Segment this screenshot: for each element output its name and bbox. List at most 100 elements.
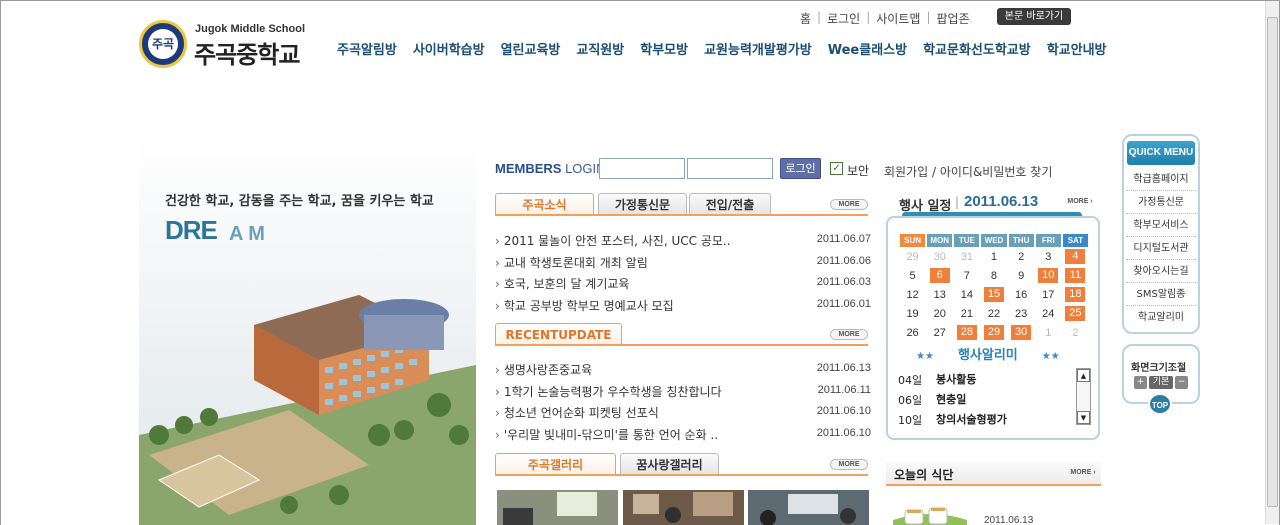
event-name[interactable]: 봉사활동 bbox=[936, 371, 976, 387]
tab-home-letter[interactable]: 가정통신문 bbox=[598, 193, 687, 215]
nav-item-school-info[interactable]: 학교안내방 bbox=[1047, 39, 1107, 58]
calendar-day[interactable]: 25 bbox=[1063, 304, 1088, 323]
scroll-top-button[interactable]: TOP bbox=[1148, 393, 1172, 415]
nav-item-staff[interactable]: 교직원방 bbox=[576, 39, 624, 58]
recent-title[interactable]: 1학기 논술능력평가 우수학생을 칭찬합니다 bbox=[495, 383, 722, 400]
quick-item-class-homepage[interactable]: 학급홈페이지 bbox=[1126, 168, 1196, 191]
calendar-day[interactable]: 27 bbox=[927, 323, 952, 342]
calendar-day[interactable]: 19 bbox=[900, 304, 925, 323]
quick-item-parent-service[interactable]: 학부모서비스 bbox=[1126, 214, 1196, 237]
schedule-more-button[interactable]: MORE › bbox=[1061, 197, 1099, 208]
gallery-thumbnail[interactable] bbox=[748, 490, 869, 525]
list-item[interactable]: 학교 공부방 학부모 명예교사 모집 2011.06.01 bbox=[495, 294, 871, 316]
nav-item-teacher-eval[interactable]: 교원능력개발평가방 bbox=[704, 39, 812, 58]
quick-item-home-letter[interactable]: 가정통신문 bbox=[1126, 191, 1196, 214]
scroll-down-icon[interactable]: ▼ bbox=[1077, 411, 1090, 424]
list-item[interactable]: 생명사랑존중교육 2011.06.13 bbox=[495, 358, 871, 380]
nav-item-wee-class[interactable]: Wee클래스방 bbox=[828, 39, 907, 58]
school-logo[interactable]: 주곡 Jugok Middle School 주곡중학교 bbox=[139, 20, 319, 72]
calendar-day[interactable]: 17 bbox=[1036, 285, 1061, 304]
tab-jugok-gallery[interactable]: 주곡갤러리 bbox=[495, 453, 616, 475]
calendar-day[interactable]: 3 bbox=[1036, 247, 1061, 266]
calendar-day[interactable]: 20 bbox=[927, 304, 952, 323]
calendar-day[interactable]: 4 bbox=[1063, 247, 1088, 266]
list-item[interactable]: 2011 물놀이 안전 포스터, 사진, UCC 공모.. 2011.06.07 bbox=[495, 229, 871, 251]
list-item[interactable]: 06일 현충일 bbox=[898, 389, 1072, 409]
calendar-day[interactable]: 15 bbox=[981, 285, 1006, 304]
event-list-scrollbar[interactable]: ▲ ▼ bbox=[1076, 368, 1091, 425]
calendar-day[interactable]: 21 bbox=[954, 304, 979, 323]
nav-item-parents[interactable]: 학부모방 bbox=[640, 39, 688, 58]
nav-item-cyber-learning[interactable]: 사이버학습방 bbox=[413, 39, 485, 58]
calendar-day[interactable]: 1 bbox=[981, 247, 1006, 266]
zoom-in-button[interactable]: + bbox=[1134, 376, 1147, 389]
login-id-input[interactable] bbox=[599, 158, 685, 179]
skip-to-content-button[interactable]: 본문 바로가기 bbox=[997, 8, 1071, 25]
tab-jugok-news[interactable]: 주곡소식 bbox=[495, 193, 594, 215]
login-button[interactable]: 로그인 bbox=[780, 158, 821, 179]
quick-item-digital-library[interactable]: 디지털도서관 bbox=[1126, 237, 1196, 260]
scroll-up-icon[interactable]: ▲ bbox=[1077, 369, 1090, 382]
calendar-day[interactable]: 23 bbox=[1009, 304, 1034, 323]
tab-recent-update[interactable]: RECENTUPDATE bbox=[495, 323, 622, 345]
calendar-day[interactable]: 26 bbox=[900, 323, 925, 342]
news-title[interactable]: 학교 공부방 학부모 명예교사 모집 bbox=[495, 297, 674, 314]
join-find-account-link[interactable]: 회원가입 / 아이디&비밀번호 찾기 bbox=[884, 163, 1052, 180]
calendar-day[interactable]: 10 bbox=[1036, 266, 1061, 285]
calendar-day[interactable]: 29 bbox=[900, 247, 925, 266]
calendar-day[interactable]: 2 bbox=[1009, 247, 1034, 266]
calendar-day[interactable]: 29 bbox=[981, 323, 1006, 342]
list-item[interactable]: 청소년 언어순화 피켓팅 선포식 2011.06.10 bbox=[495, 401, 871, 423]
calendar-day[interactable]: 11 bbox=[1063, 266, 1088, 285]
zoom-out-button[interactable]: − bbox=[1175, 376, 1188, 389]
quick-item-sms[interactable]: SMS알림종 bbox=[1126, 283, 1196, 306]
tab-dream-gallery[interactable]: 꿈사랑갤러리 bbox=[620, 453, 719, 475]
util-link-popupzone[interactable]: 팝업존 bbox=[936, 10, 969, 27]
recent-title[interactable]: 생명사랑존중교육 bbox=[495, 361, 592, 378]
calendar-day[interactable]: 6 bbox=[927, 266, 952, 285]
list-item[interactable]: 10일 창의서술형평가 bbox=[898, 409, 1072, 429]
event-name[interactable]: 창의서술형평가 bbox=[936, 411, 1007, 427]
news-title[interactable]: 2011 물놀이 안전 포스터, 사진, UCC 공모.. bbox=[495, 232, 731, 249]
calendar-day[interactable]: 8 bbox=[981, 266, 1006, 285]
calendar-day[interactable]: 13 bbox=[927, 285, 952, 304]
calendar-day[interactable]: 1 bbox=[1036, 323, 1061, 342]
calendar-day[interactable]: 14 bbox=[954, 285, 979, 304]
calendar-day[interactable]: 12 bbox=[900, 285, 925, 304]
calendar-day[interactable]: 24 bbox=[1036, 304, 1061, 323]
calendar-day[interactable]: 28 bbox=[954, 323, 979, 342]
gallery-thumbnail[interactable] bbox=[623, 490, 744, 525]
nav-item-notice[interactable]: 주곡알림방 bbox=[337, 39, 397, 58]
calendar-day[interactable]: 7 bbox=[954, 266, 979, 285]
calendar-day[interactable]: 9 bbox=[1009, 266, 1034, 285]
meal-more-button[interactable]: MORE › bbox=[1064, 468, 1102, 479]
news-title[interactable]: 호국, 보훈의 달 계기교육 bbox=[495, 275, 630, 292]
quick-item-school-info[interactable]: 학교알리미 bbox=[1126, 306, 1196, 329]
list-item[interactable]: 교내 학생토론대회 개최 알림 2011.06.06 bbox=[495, 251, 871, 273]
calendar-day[interactable]: 30 bbox=[1009, 323, 1034, 342]
news-more-button[interactable]: MORE bbox=[830, 199, 868, 210]
scrollbar-thumb[interactable] bbox=[1267, 17, 1278, 507]
list-item[interactable]: '우리말 빛내미-닦으미'를 통한 언어 순화 .. 2011.06.10 bbox=[495, 423, 871, 445]
list-item[interactable]: 1학기 논술능력평가 우수학생을 칭찬합니다 2011.06.11 bbox=[495, 380, 871, 402]
tab-transfer[interactable]: 전입/전출 bbox=[689, 193, 771, 215]
login-password-input[interactable] bbox=[687, 158, 773, 179]
calendar-day[interactable]: 31 bbox=[954, 247, 979, 266]
secure-login-checkbox[interactable]: ✓ bbox=[830, 162, 843, 175]
page-scrollbar[interactable] bbox=[1265, 1, 1279, 524]
event-name[interactable]: 현충일 bbox=[936, 391, 966, 407]
news-title[interactable]: 교내 학생토론대회 개최 알림 bbox=[495, 254, 648, 271]
calendar-day[interactable]: 22 bbox=[981, 304, 1006, 323]
calendar-day[interactable]: 18 bbox=[1063, 285, 1088, 304]
recent-title[interactable]: 청소년 언어순화 피켓팅 선포식 bbox=[495, 404, 659, 421]
calendar-day[interactable]: 2 bbox=[1063, 323, 1088, 342]
list-item[interactable]: 04일 봉사활동 bbox=[898, 369, 1072, 389]
calendar-day[interactable]: 5 bbox=[900, 266, 925, 285]
util-link-home[interactable]: 홈 bbox=[800, 10, 811, 27]
calendar-day[interactable]: 30 bbox=[927, 247, 952, 266]
util-link-sitemap[interactable]: 사이트맵 bbox=[876, 10, 920, 27]
recent-title[interactable]: '우리말 빛내미-닦으미'를 통한 언어 순화 .. bbox=[495, 426, 718, 443]
calendar-day[interactable]: 16 bbox=[1009, 285, 1034, 304]
recent-more-button[interactable]: MORE bbox=[830, 329, 868, 340]
zoom-reset-button[interactable]: 기본 bbox=[1149, 376, 1173, 389]
